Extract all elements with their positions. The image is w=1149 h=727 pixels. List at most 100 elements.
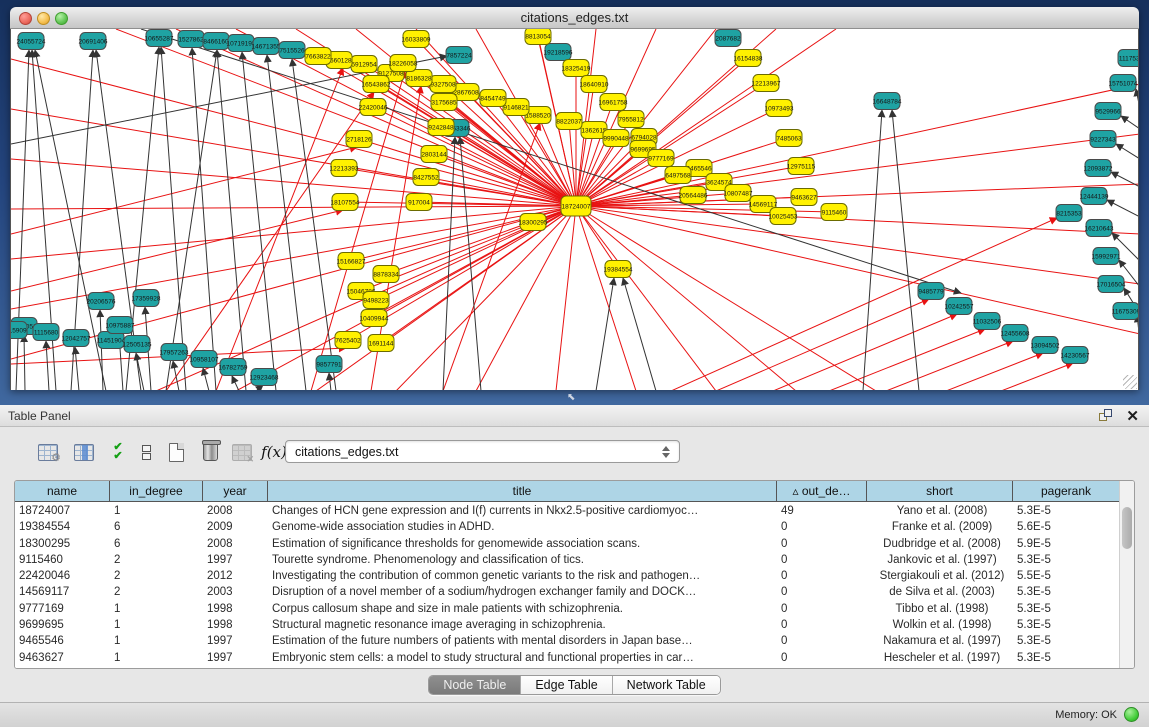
graph-node[interactable]: 13094502 [1031,337,1060,354]
table-row[interactable]: 969969511998Structural magnetic resonanc… [15,617,1120,633]
graph-node[interactable]: 19218596 [544,44,573,61]
graph-node[interactable]: 12042757 [62,330,91,347]
graph-node[interactable]: 9857791 [316,356,342,373]
network-canvas-svg[interactable]: 24055724 20691406 1065528715278628466160 10… [11,29,1138,390]
graph-node[interactable]: 8822037 [556,113,582,130]
graph-node[interactable]: 15751074 [1109,75,1138,92]
graph-node[interactable]: 11675309 [1112,303,1138,320]
graph-node[interactable]: 20564486 [679,187,708,204]
graph-node[interactable]: 7485063 [776,130,802,147]
graph-node[interactable]: 9327508 [430,76,456,93]
graph-node[interactable]: 1527862 [178,31,204,48]
table-vertical-scrollbar[interactable] [1119,481,1134,668]
graph-node[interactable]: 9777169 [648,150,674,167]
graph-node[interactable]: 7955812 [618,111,644,128]
table-row[interactable]: 1872400712008Changes of HCN gene express… [15,503,1120,519]
graph-node[interactable]: 7515526 [279,42,305,59]
table-row[interactable]: 946362711997Embryonic stem cells: a mode… [15,650,1120,666]
graph-node[interactable]: 22420046 [359,99,388,116]
graph-node[interactable]: 12213967 [752,75,781,92]
column-header-out_de[interactable]: ▵ out_de… [777,481,867,502]
tab-node-table[interactable]: Node Table [429,676,521,694]
column-header-title[interactable]: title [268,481,777,502]
float-panel-icon[interactable] [1099,409,1113,423]
graph-node[interactable]: 9146821 [503,99,529,116]
graph-node[interactable]: 16648784 [873,93,902,110]
graph-node[interactable]: 18640910 [580,76,609,93]
graph-node[interactable]: 12093872 [1084,160,1113,177]
graph-node[interactable]: 8466160 [203,33,229,50]
delete-column-icon[interactable] [196,439,224,465]
graph-node[interactable]: 12975115 [787,158,816,175]
graph-node[interactable]: 6497568 [665,167,691,184]
graph-node[interactable]: 8813054 [525,29,551,45]
graph-node[interactable]: 3175685 [431,94,457,111]
graph-node[interactable]: 9227343 [1090,131,1116,148]
graph-node[interactable]: 17359928 [132,290,161,307]
scrollbar-thumb[interactable] [1122,507,1132,549]
graph-node[interactable]: 1115680 [33,324,59,341]
graph-node[interactable]: 10025453 [769,208,798,225]
tab-network-table[interactable]: Network Table [613,676,720,694]
graph-node[interactable]: 12455608 [1001,325,1030,342]
graph-node[interactable]: 14230567 [1061,347,1090,364]
table-settings-icon[interactable]: ⚙ [34,439,62,465]
network-window-titlebar[interactable]: citations_edges.txt [10,7,1139,29]
table-row[interactable]: 2242004622012Investigating the contribut… [15,568,1120,584]
graph-node[interactable]: 20691406 [79,33,108,50]
graph-node[interactable]: 18300295 [519,214,548,231]
graph-node[interactable]: 10242557 [945,298,974,315]
table-select-dropdown[interactable]: citations_edges.txt [285,440,680,463]
graph-node[interactable]: 24055724 [17,33,46,50]
column-header-year[interactable]: year [203,481,268,502]
graph-node[interactable]: 10409944 [360,310,389,327]
graph-node[interactable]: 15166827 [337,253,366,270]
graph-node[interactable]: 1691144 [368,335,394,352]
table-row[interactable]: 1456911722003Disruption of a novel membe… [15,584,1120,600]
graph-node[interactable]: 7625402 [335,332,361,349]
graph-node[interactable]: 2087682 [715,30,741,47]
graph-node[interactable]: 12505135 [123,336,152,353]
graph-node[interactable]: 20206576 [87,293,116,310]
graph-node[interactable]: 16033809 [402,31,431,48]
graph-node[interactable]: 18107554 [331,194,360,211]
graph-node[interactable]: 10958107 [190,351,219,368]
row-stack-icon[interactable] [132,439,160,465]
graph-node[interactable]: 12213393 [330,160,359,177]
graph-node[interactable]: 8215353 [1056,205,1082,222]
graph-node[interactable]: 10655287 [145,30,174,47]
graph-node[interactable]: 12444139 [1080,188,1109,205]
table-row[interactable]: 946554611997Estimation of the future num… [15,633,1120,649]
graph-node[interactable]: 9242848 [428,119,454,136]
network-canvas[interactable]: 24055724 20691406 1065528715278628466160 10… [10,29,1139,390]
table-row[interactable]: 911546021997Tourette syndrome. Phenomeno… [15,552,1120,568]
graph-node[interactable]: 8454749 [480,90,506,107]
graph-node[interactable]: 9498223 [363,292,389,309]
graph-node[interactable]: 7857224 [446,47,472,64]
column-checkmarks-icon[interactable]: ✔✔ [104,439,132,465]
column-header-pagerank[interactable]: pagerank [1013,481,1120,502]
function-builder-icon[interactable]: f(x) [260,439,288,465]
table-row[interactable]: 977716911998Corpus callosum shape and si… [15,601,1120,617]
graph-node[interactable]: 9463627 [791,189,817,206]
graph-node[interactable]: 18226058 [389,55,418,72]
graph-node[interactable]: 2803144 [421,146,447,163]
graph-node[interactable]: 12923468 [250,369,279,386]
graph-node[interactable]: 16210643 [1085,220,1114,237]
graph-node[interactable]: 14671355 [252,38,281,55]
table-row[interactable]: 1938455462009Genome-wide association stu… [15,519,1120,535]
graph-node[interactable]: 17957263 [160,344,189,361]
tab-edge-table[interactable]: Edge Table [521,676,612,694]
graph-node[interactable]: 10975887 [106,317,135,334]
select-columns-icon[interactable] [70,439,98,465]
graph-node[interactable]: 917004 [406,194,432,211]
graph-node[interactable]: 8427552 [413,169,439,186]
graph-node[interactable]: 19384554 [604,261,633,278]
graph-node[interactable]: 7663822 [305,48,331,65]
graph-node[interactable]: 8186328 [406,70,432,87]
graph-node[interactable]: 18325419 [562,60,591,77]
column-header-short[interactable]: short [867,481,1013,502]
graph-node[interactable]: 18724007 [561,196,591,216]
graph-node[interactable]: 10807487 [724,185,753,202]
graph-node[interactable]: 16782759 [219,359,248,376]
